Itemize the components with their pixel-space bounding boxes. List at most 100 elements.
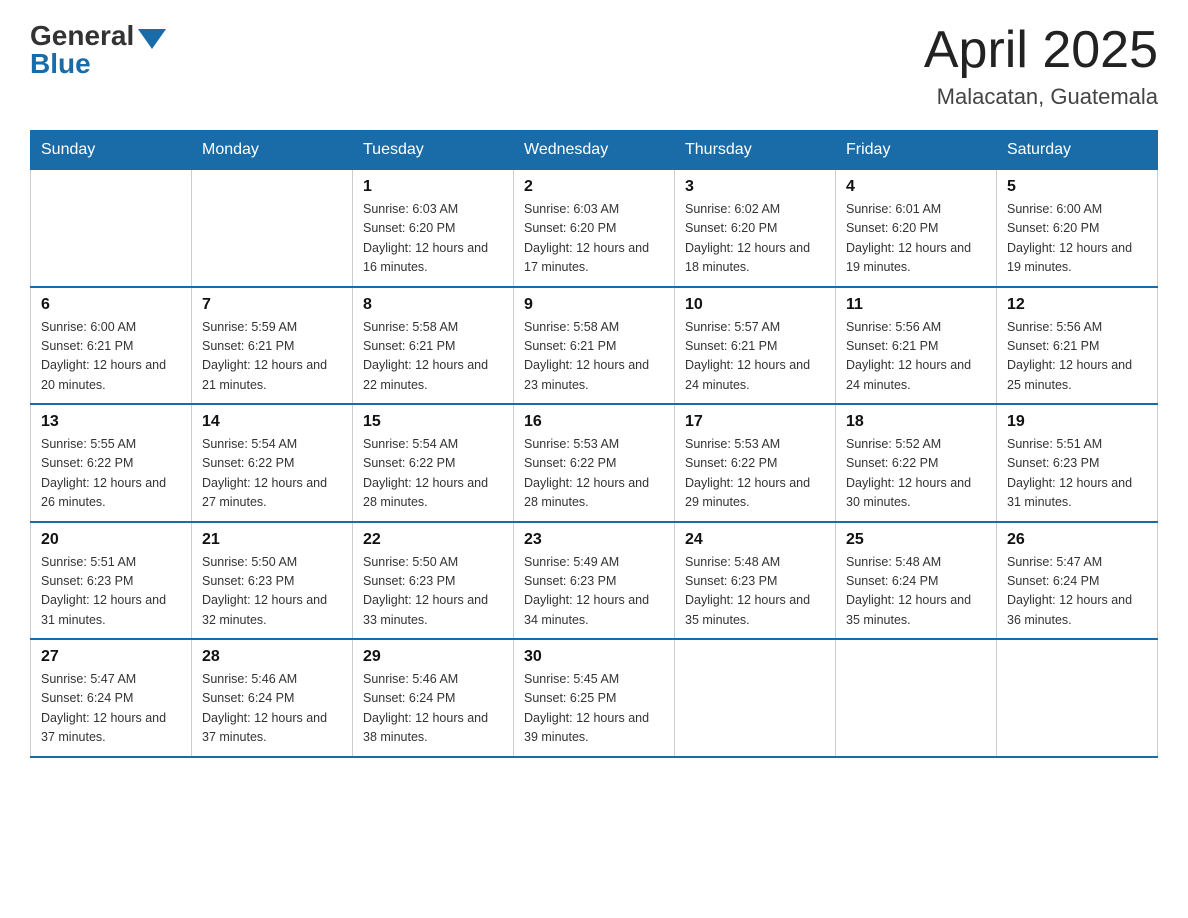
weekday-header-tuesday: Tuesday	[353, 131, 514, 170]
calendar-cell: 24 Sunrise: 5:48 AMSunset: 6:23 PMDayligh…	[675, 522, 836, 640]
day-number: 3	[685, 178, 825, 196]
calendar-cell: 22 Sunrise: 5:50 AMSunset: 6:23 PMDayligh…	[353, 522, 514, 640]
day-number: 7	[202, 296, 342, 314]
calendar-cell: 6 Sunrise: 6:00 AMSunset: 6:21 PMDaylight…	[31, 287, 192, 405]
calendar-cell: 21 Sunrise: 5:50 AMSunset: 6:23 PMDayligh…	[192, 522, 353, 640]
calendar-cell: 29Sunrise: 5:46 AMSunset: 6:24 PMDayligh…	[353, 639, 514, 757]
day-number: 13	[41, 413, 181, 431]
day-number: 23	[524, 531, 664, 549]
calendar-cell	[192, 170, 353, 287]
calendar-week-5: 27Sunrise: 5:47 AMSunset: 6:24 PMDayligh…	[31, 639, 1158, 757]
day-info: Sunrise: 6:03 AMSunset: 6:20 PMDaylight:…	[363, 200, 503, 278]
calendar-cell: 25 Sunrise: 5:48 AMSunset: 6:24 PMDayligh…	[836, 522, 997, 640]
day-info: Sunrise: 5:47 AMSunset: 6:24 PMDaylight:…	[1007, 553, 1147, 631]
day-number: 14	[202, 413, 342, 431]
calendar-cell: 20Sunrise: 5:51 AMSunset: 6:23 PMDayligh…	[31, 522, 192, 640]
day-info: Sunrise: 6:00 AMSunset: 6:21 PMDaylight:…	[41, 318, 181, 396]
weekday-header-monday: Monday	[192, 131, 353, 170]
day-info: Sunrise: 5:52 AMSunset: 6:22 PMDaylight:…	[846, 435, 986, 513]
day-info: Sunrise: 5:59 AMSunset: 6:21 PMDaylight:…	[202, 318, 342, 396]
day-number: 18	[846, 413, 986, 431]
calendar-week-4: 20Sunrise: 5:51 AMSunset: 6:23 PMDayligh…	[31, 522, 1158, 640]
day-number: 28	[202, 648, 342, 666]
calendar-title: April 2025	[924, 20, 1158, 80]
calendar-cell: 28 Sunrise: 5:46 AMSunset: 6:24 PMDayligh…	[192, 639, 353, 757]
weekday-header-wednesday: Wednesday	[514, 131, 675, 170]
calendar-cell: 3 Sunrise: 6:02 AMSunset: 6:20 PMDaylight…	[675, 170, 836, 287]
day-number: 21	[202, 531, 342, 549]
day-info: Sunrise: 5:49 AMSunset: 6:23 PMDaylight:…	[524, 553, 664, 631]
day-number: 30	[524, 648, 664, 666]
day-info: Sunrise: 6:03 AMSunset: 6:20 PMDaylight:…	[524, 200, 664, 278]
day-number: 5	[1007, 178, 1147, 196]
day-number: 8	[363, 296, 503, 314]
day-info: Sunrise: 5:56 AMSunset: 6:21 PMDaylight:…	[1007, 318, 1147, 396]
day-number: 2	[524, 178, 664, 196]
day-number: 6	[41, 296, 181, 314]
day-info: Sunrise: 5:45 AMSunset: 6:25 PMDaylight:…	[524, 670, 664, 748]
title-block: April 2025 Malacatan, Guatemala	[924, 20, 1158, 110]
calendar-cell: 13 Sunrise: 5:55 AMSunset: 6:22 PMDayligh…	[31, 404, 192, 522]
day-info: Sunrise: 5:51 AMSunset: 6:23 PMDaylight:…	[41, 553, 181, 631]
calendar-cell: 30 Sunrise: 5:45 AMSunset: 6:25 PMDayligh…	[514, 639, 675, 757]
day-info: Sunrise: 5:48 AMSunset: 6:24 PMDaylight:…	[846, 553, 986, 631]
calendar-cell	[675, 639, 836, 757]
day-info: Sunrise: 5:50 AMSunset: 6:23 PMDaylight:…	[363, 553, 503, 631]
day-number: 19	[1007, 413, 1147, 431]
calendar-cell: 11 Sunrise: 5:56 AMSunset: 6:21 PMDayligh…	[836, 287, 997, 405]
day-info: Sunrise: 5:48 AMSunset: 6:23 PMDaylight:…	[685, 553, 825, 631]
calendar-cell: 23 Sunrise: 5:49 AMSunset: 6:23 PMDayligh…	[514, 522, 675, 640]
calendar-cell: 2 Sunrise: 6:03 AMSunset: 6:20 PMDaylight…	[514, 170, 675, 287]
page-header: General Blue April 2025 Malacatan, Guate…	[30, 20, 1158, 110]
calendar-cell	[31, 170, 192, 287]
calendar-week-3: 13 Sunrise: 5:55 AMSunset: 6:22 PMDayligh…	[31, 404, 1158, 522]
calendar-cell: 18 Sunrise: 5:52 AMSunset: 6:22 PMDayligh…	[836, 404, 997, 522]
calendar-cell: 26Sunrise: 5:47 AMSunset: 6:24 PMDayligh…	[997, 522, 1158, 640]
day-info: Sunrise: 5:46 AMSunset: 6:24 PMDaylight:…	[202, 670, 342, 748]
logo-arrow-icon	[138, 29, 166, 49]
calendar-cell: 12 Sunrise: 5:56 AMSunset: 6:21 PMDayligh…	[997, 287, 1158, 405]
day-info: Sunrise: 5:50 AMSunset: 6:23 PMDaylight:…	[202, 553, 342, 631]
day-info: Sunrise: 5:53 AMSunset: 6:22 PMDaylight:…	[685, 435, 825, 513]
calendar-cell: 19 Sunrise: 5:51 AMSunset: 6:23 PMDayligh…	[997, 404, 1158, 522]
day-info: Sunrise: 5:58 AMSunset: 6:21 PMDaylight:…	[363, 318, 503, 396]
day-info: Sunrise: 5:51 AMSunset: 6:23 PMDaylight:…	[1007, 435, 1147, 513]
day-info: Sunrise: 6:02 AMSunset: 6:20 PMDaylight:…	[685, 200, 825, 278]
day-number: 12	[1007, 296, 1147, 314]
day-number: 24	[685, 531, 825, 549]
logo-blue-text: Blue	[30, 48, 91, 80]
day-info: Sunrise: 6:00 AMSunset: 6:20 PMDaylight:…	[1007, 200, 1147, 278]
calendar-cell	[997, 639, 1158, 757]
day-number: 29	[363, 648, 503, 666]
calendar-header-row: SundayMondayTuesdayWednesdayThursdayFrid…	[31, 131, 1158, 170]
day-info: Sunrise: 5:55 AMSunset: 6:22 PMDaylight:…	[41, 435, 181, 513]
calendar-cell: 8 Sunrise: 5:58 AMSunset: 6:21 PMDaylight…	[353, 287, 514, 405]
day-info: Sunrise: 5:54 AMSunset: 6:22 PMDaylight:…	[202, 435, 342, 513]
calendar-cell: 17 Sunrise: 5:53 AMSunset: 6:22 PMDayligh…	[675, 404, 836, 522]
day-info: Sunrise: 6:01 AMSunset: 6:20 PMDaylight:…	[846, 200, 986, 278]
calendar-location: Malacatan, Guatemala	[924, 84, 1158, 110]
day-number: 15	[363, 413, 503, 431]
calendar-cell: 27Sunrise: 5:47 AMSunset: 6:24 PMDayligh…	[31, 639, 192, 757]
day-number: 25	[846, 531, 986, 549]
calendar-cell: 4Sunrise: 6:01 AMSunset: 6:20 PMDaylight…	[836, 170, 997, 287]
day-info: Sunrise: 5:57 AMSunset: 6:21 PMDaylight:…	[685, 318, 825, 396]
calendar-table: SundayMondayTuesdayWednesdayThursdayFrid…	[30, 130, 1158, 758]
calendar-week-2: 6 Sunrise: 6:00 AMSunset: 6:21 PMDaylight…	[31, 287, 1158, 405]
calendar-cell	[836, 639, 997, 757]
day-number: 9	[524, 296, 664, 314]
calendar-cell: 5 Sunrise: 6:00 AMSunset: 6:20 PMDaylight…	[997, 170, 1158, 287]
calendar-cell: 1Sunrise: 6:03 AMSunset: 6:20 PMDaylight…	[353, 170, 514, 287]
day-info: Sunrise: 5:54 AMSunset: 6:22 PMDaylight:…	[363, 435, 503, 513]
day-info: Sunrise: 5:53 AMSunset: 6:22 PMDaylight:…	[524, 435, 664, 513]
day-number: 22	[363, 531, 503, 549]
calendar-cell: 10Sunrise: 5:57 AMSunset: 6:21 PMDayligh…	[675, 287, 836, 405]
weekday-header-saturday: Saturday	[997, 131, 1158, 170]
weekday-header-sunday: Sunday	[31, 131, 192, 170]
day-number: 11	[846, 296, 986, 314]
day-number: 17	[685, 413, 825, 431]
logo: General Blue	[30, 20, 166, 80]
weekday-header-friday: Friday	[836, 131, 997, 170]
calendar-cell: 14 Sunrise: 5:54 AMSunset: 6:22 PMDayligh…	[192, 404, 353, 522]
day-info: Sunrise: 5:56 AMSunset: 6:21 PMDaylight:…	[846, 318, 986, 396]
